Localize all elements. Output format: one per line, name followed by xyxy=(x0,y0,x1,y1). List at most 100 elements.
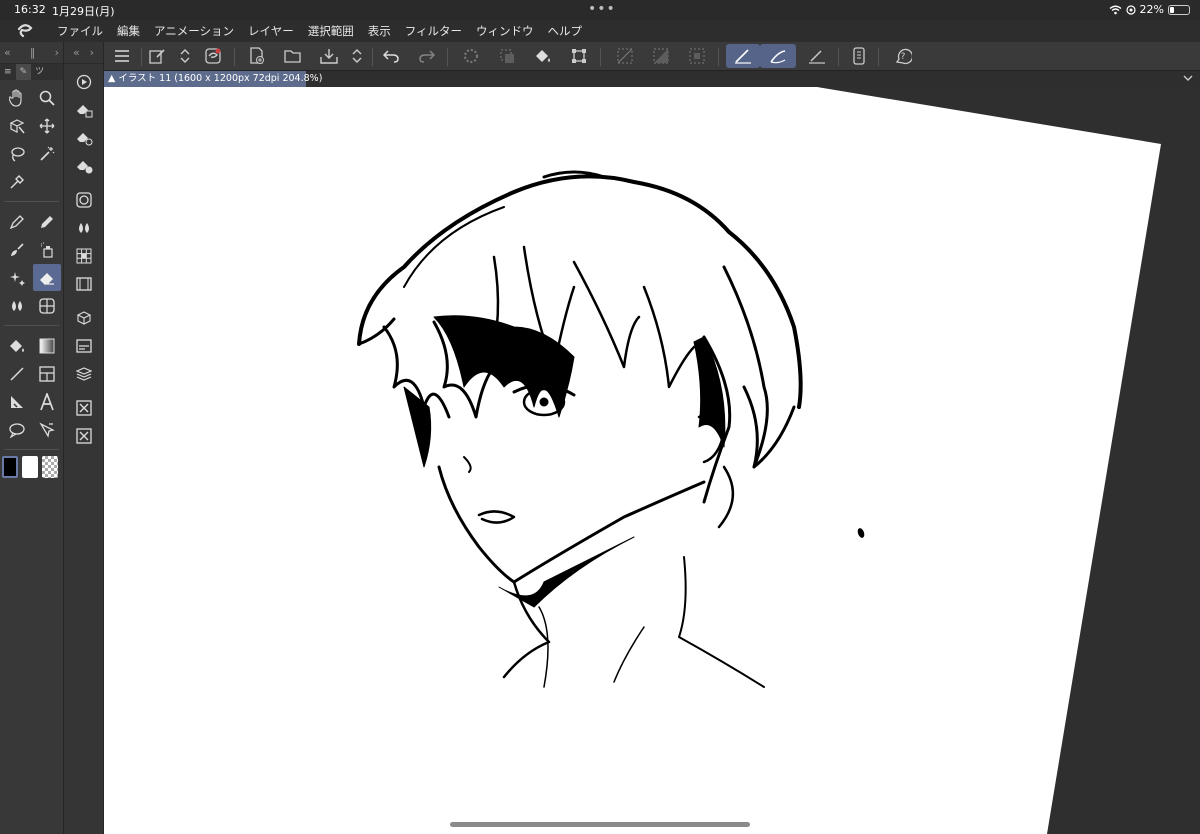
fill-tool-icon[interactable] xyxy=(3,332,31,359)
layer-icon[interactable] xyxy=(64,360,104,388)
color-set-icon[interactable] xyxy=(64,242,104,270)
figure-line-tool-icon[interactable] xyxy=(3,360,31,387)
status-time: 16:32 xyxy=(14,3,46,16)
color-wheel-icon[interactable] xyxy=(64,186,104,214)
snap-to-grid-icon[interactable] xyxy=(804,44,830,68)
close-panel-icon-2[interactable] xyxy=(64,422,104,450)
clear-icon[interactable] xyxy=(612,44,638,68)
snap-to-ruler-icon[interactable] xyxy=(726,44,760,68)
pen-tool-icon[interactable] xyxy=(3,208,31,235)
hamburger-menu-icon[interactable] xyxy=(109,44,135,68)
status-right: 22% xyxy=(1109,3,1190,16)
app-window: 16:32 1月29日(月) ••• 22% ファイル 編集 アニメーション レ… xyxy=(0,0,1200,834)
canvas-tab-bar: ▲ イラスト 11 (1600 x 1200px 72dpi 204.8%) xyxy=(104,71,1200,87)
expand-subpal-icon[interactable]: › xyxy=(90,46,94,59)
hand-tool-icon[interactable] xyxy=(3,84,31,111)
ruler-tool-icon[interactable] xyxy=(3,388,31,415)
warning-icon: ▲ xyxy=(108,73,119,84)
move-layer-icon[interactable] xyxy=(33,112,61,139)
tab-pen-icon[interactable]: ✎ xyxy=(15,64,32,80)
brush-tool-icon[interactable] xyxy=(3,236,31,263)
material-icon[interactable] xyxy=(64,304,104,332)
document-tab-label: イラスト 11 (1600 x 1200px 72dpi 204.8%) xyxy=(118,73,323,84)
multitasking-dots-icon[interactable]: ••• xyxy=(588,1,616,17)
decoration-tool-icon[interactable] xyxy=(3,264,31,291)
eyedropper-icon[interactable] xyxy=(3,168,31,195)
paper-canvas xyxy=(104,87,1161,834)
palette-grip-icon[interactable]: ‖ xyxy=(30,46,36,59)
status-date: 1月29日(月) xyxy=(52,5,115,18)
balloon-tool-icon[interactable] xyxy=(3,416,31,443)
correct-line-tool-icon[interactable] xyxy=(33,416,61,443)
auto-select-wand-icon[interactable] xyxy=(33,140,61,167)
fill-bucket-icon[interactable] xyxy=(530,44,556,68)
zoom-tool-icon[interactable] xyxy=(33,84,61,111)
location-lock-icon xyxy=(1125,4,1136,15)
tool-property-eraser-icon[interactable] xyxy=(64,124,104,152)
pencil-tool-icon[interactable] xyxy=(33,208,61,235)
menu-window[interactable]: ウィンドウ xyxy=(469,23,541,39)
tab-tool-label[interactable]: ツ xyxy=(31,64,48,80)
fill-selection-icon[interactable] xyxy=(648,44,674,68)
menu-filter[interactable]: フィルター xyxy=(398,23,469,39)
layer-property-icon[interactable] xyxy=(64,332,104,360)
main-color-swatch[interactable] xyxy=(2,456,18,478)
collapse-subpal-icon[interactable]: « xyxy=(73,46,80,59)
tool-palette-header: « ‖ › xyxy=(0,42,63,64)
sub-palette-header: « › xyxy=(64,42,103,64)
transform-icon[interactable] xyxy=(566,44,592,68)
canvas-svg[interactable] xyxy=(104,87,1200,834)
sub-color-swatch[interactable] xyxy=(22,456,38,478)
menu-layer[interactable]: レイヤー xyxy=(241,23,301,39)
clip-studio-account-icon[interactable] xyxy=(200,44,226,68)
svg-text:?: ? xyxy=(901,52,906,62)
expand-right-icon[interactable]: › xyxy=(55,46,59,59)
open-folder-icon[interactable] xyxy=(280,44,306,68)
lasso-selection-icon[interactable] xyxy=(3,140,31,167)
text-tool-icon[interactable] xyxy=(33,388,61,415)
snap-to-special-ruler-icon[interactable] xyxy=(760,44,796,68)
eraser-tool-icon[interactable] xyxy=(33,264,61,291)
redo-icon[interactable] xyxy=(414,44,440,68)
menu-bar: ファイル 編集 アニメーション レイヤー 選択範囲 表示 フィルター ウィンドウ… xyxy=(0,20,1200,42)
help-icon[interactable]: ? xyxy=(890,44,916,68)
document-tab[interactable]: ▲ イラスト 11 (1600 x 1200px 72dpi 204.8%) xyxy=(104,71,322,87)
menu-file[interactable]: ファイル xyxy=(50,23,110,39)
canvas-area[interactable] xyxy=(104,87,1200,834)
airbrush-tool-icon[interactable] xyxy=(33,236,61,263)
frame-tool-icon[interactable] xyxy=(33,360,61,387)
close-panel-icon[interactable] xyxy=(64,394,104,422)
clip-studio-logo-icon[interactable] xyxy=(0,20,50,42)
undo-icon[interactable] xyxy=(378,44,404,68)
menu-animation[interactable]: アニメーション xyxy=(147,23,241,39)
collapse-left-icon[interactable]: « xyxy=(4,46,11,59)
blend-tool-icon[interactable] xyxy=(3,292,31,319)
menu-edit[interactable]: 編集 xyxy=(110,23,147,39)
new-file-icon[interactable] xyxy=(244,44,270,68)
menu-view[interactable]: 表示 xyxy=(361,23,398,39)
menu-selection[interactable]: 選択範囲 xyxy=(301,23,361,39)
object-tool-icon[interactable] xyxy=(3,112,31,139)
menu-help[interactable]: ヘルプ xyxy=(540,23,589,39)
device-settings-icon[interactable] xyxy=(846,44,872,68)
navigator-icon[interactable] xyxy=(64,68,104,96)
color-mixing-icon[interactable] xyxy=(64,214,104,242)
deselect-area-icon[interactable] xyxy=(494,44,520,68)
brush-size-eraser-icon[interactable] xyxy=(64,152,104,180)
home-indicator[interactable] xyxy=(450,822,750,827)
up-down-arrow-icon[interactable] xyxy=(172,44,198,68)
frame-border-tool-icon[interactable] xyxy=(33,292,61,319)
up-down-arrow-icon-2[interactable] xyxy=(344,44,370,68)
edit-document-icon[interactable] xyxy=(144,44,170,68)
battery-percent: 22% xyxy=(1139,3,1164,16)
chevron-down-icon[interactable] xyxy=(1182,72,1194,84)
show-selection-icon[interactable] xyxy=(684,44,710,68)
save-icon[interactable] xyxy=(316,44,342,68)
transparent-color-swatch[interactable] xyxy=(42,456,58,478)
tab-menu-icon[interactable]: ≡ xyxy=(0,64,16,80)
tool-palette: « ‖ › ≡ ✎ ツ xyxy=(0,42,64,834)
gradient-tool-icon[interactable] xyxy=(33,332,61,359)
animation-timeline-icon[interactable] xyxy=(64,270,104,298)
command-bar: ? xyxy=(104,42,1200,71)
layer-property-eraser-icon[interactable] xyxy=(64,96,104,124)
